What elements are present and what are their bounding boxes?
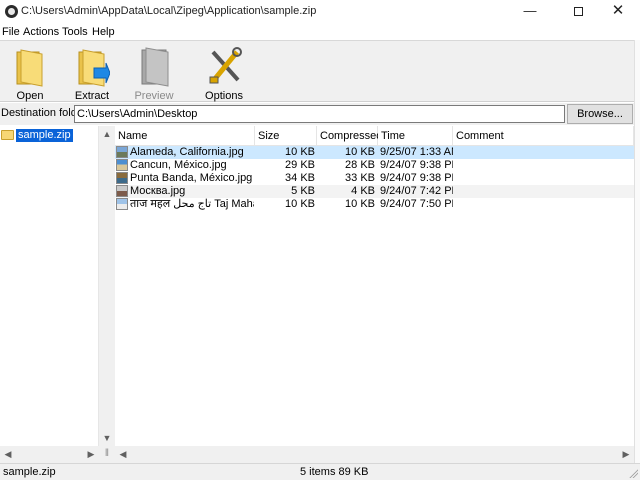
scroll-down-icon[interactable]: ▼ [99, 430, 115, 446]
file-row[interactable]: Cancun, México.jpg 29 KB 28 KB 9/24/07 9… [115, 159, 634, 172]
file-size: 5 KB [291, 185, 315, 197]
image-thumbnail-icon [116, 185, 128, 197]
file-row[interactable]: Москва.jpg 5 KB 4 KB 9/24/07 7:42 PM [115, 185, 634, 198]
preview-button[interactable]: Preview [126, 44, 182, 102]
column-header-name[interactable]: Name [115, 126, 255, 146]
column-header-size[interactable]: Size [255, 126, 317, 146]
file-row[interactable]: ताज महल تاج محل Taj Mahal.jpg 10 KB 10 K… [115, 198, 634, 211]
status-summary: 5 items 89 KB [300, 466, 369, 478]
window-title: C:\Users\Admin\AppData\Local\Zipeg\Appli… [21, 5, 317, 17]
browse-button[interactable]: Browse... [567, 104, 633, 124]
close-button[interactable]: ✕ [596, 0, 640, 24]
menu-actions[interactable]: Actions [23, 26, 59, 38]
image-thumbnail-icon [116, 172, 128, 184]
file-compressed: 28 KB [345, 159, 375, 171]
scroll-left-icon[interactable]: ◀ [115, 446, 131, 463]
file-compressed: 33 KB [345, 172, 375, 184]
file-time: 9/24/07 7:50 PM [380, 198, 453, 210]
list-horizontal-scrollbar[interactable]: ◀ ▶ [115, 446, 634, 463]
extract-button[interactable]: Extract [64, 44, 120, 102]
file-time: 9/25/07 1:33 AM [380, 146, 453, 158]
menu-bar: File Actions Tools Help [0, 24, 640, 40]
preview-label: Preview [134, 90, 174, 102]
menu-help[interactable]: Help [92, 26, 115, 38]
destination-input[interactable] [74, 105, 565, 123]
file-size: 29 KB [285, 159, 315, 171]
tree-item-label: sample.zip [16, 129, 73, 142]
image-thumbnail-icon [116, 198, 128, 210]
maximize-button[interactable] [556, 0, 600, 24]
scroll-up-icon[interactable]: ▲ [99, 126, 115, 142]
file-time: 9/24/07 9:38 PM [380, 172, 453, 184]
resize-grip-icon[interactable] [628, 468, 638, 478]
open-button[interactable]: Open [2, 44, 58, 102]
scroll-left-icon[interactable]: ◀ [0, 446, 16, 463]
column-header-comment[interactable]: Comment [453, 126, 634, 146]
status-bar: sample.zip 5 items 89 KB [0, 463, 640, 480]
file-name: ताज महल تاج محل Taj Mahal.jpg [130, 198, 254, 210]
file-size: 34 KB [285, 172, 315, 184]
preview-icon [141, 47, 169, 87]
menu-file[interactable]: File [2, 26, 20, 38]
file-name: Cancun, México.jpg [130, 159, 227, 171]
folder-icon [1, 130, 14, 140]
status-archive-name: sample.zip [3, 466, 56, 478]
open-label: Open [16, 90, 44, 102]
maximize-icon [573, 7, 583, 16]
tree-vertical-scrollbar[interactable]: ▲ ▼ [99, 126, 115, 446]
file-name: Москва.jpg [130, 185, 186, 197]
open-folder-icon [16, 49, 43, 87]
minimize-button[interactable]: — [508, 0, 552, 24]
menu-tools[interactable]: Tools [62, 26, 88, 38]
file-time: 9/24/07 9:38 PM [380, 159, 453, 171]
file-compressed: 10 KB [345, 146, 375, 158]
pane-splitter-handle[interactable]: ‖ [99, 446, 115, 463]
extract-label: Extract [74, 90, 110, 102]
file-time: 9/24/07 7:42 PM [380, 185, 453, 197]
destination-row: Destination folder: Browse... [0, 103, 634, 125]
archive-tree: sample.zip [0, 126, 99, 446]
app-icon [5, 5, 18, 18]
image-thumbnail-icon [116, 146, 128, 158]
file-size: 10 KB [285, 146, 315, 158]
file-list: Name Size Compressed Time Comment Alamed… [115, 126, 634, 446]
scroll-right-icon[interactable]: ▶ [618, 446, 634, 463]
toolbar: Open Extract Preview Options [0, 40, 634, 102]
file-compressed: 4 KB [351, 185, 375, 197]
file-row[interactable]: Punta Banda, México.jpg 34 KB 33 KB 9/24… [115, 172, 634, 185]
title-bar: C:\Users\Admin\AppData\Local\Zipeg\Appli… [0, 0, 640, 24]
window-edge [634, 40, 640, 463]
file-size: 10 KB [285, 198, 315, 210]
file-name: Alameda, California.jpg [130, 146, 244, 158]
tree-horizontal-scrollbar[interactable]: ◀ ▶ [0, 446, 99, 463]
column-header-compressed[interactable]: Compressed [317, 126, 382, 146]
file-name: Punta Banda, México.jpg [130, 172, 253, 184]
column-header-time[interactable]: Time [378, 126, 453, 146]
file-row[interactable]: Alameda, California.jpg 10 KB 10 KB 9/25… [115, 146, 634, 159]
image-thumbnail-icon [116, 159, 128, 171]
extract-folder-icon [78, 49, 110, 87]
file-compressed: 10 KB [345, 198, 375, 210]
options-button[interactable]: Options [196, 44, 252, 102]
tools-icon [209, 47, 242, 84]
options-label: Options [205, 90, 243, 102]
scroll-right-icon[interactable]: ▶ [83, 446, 99, 463]
